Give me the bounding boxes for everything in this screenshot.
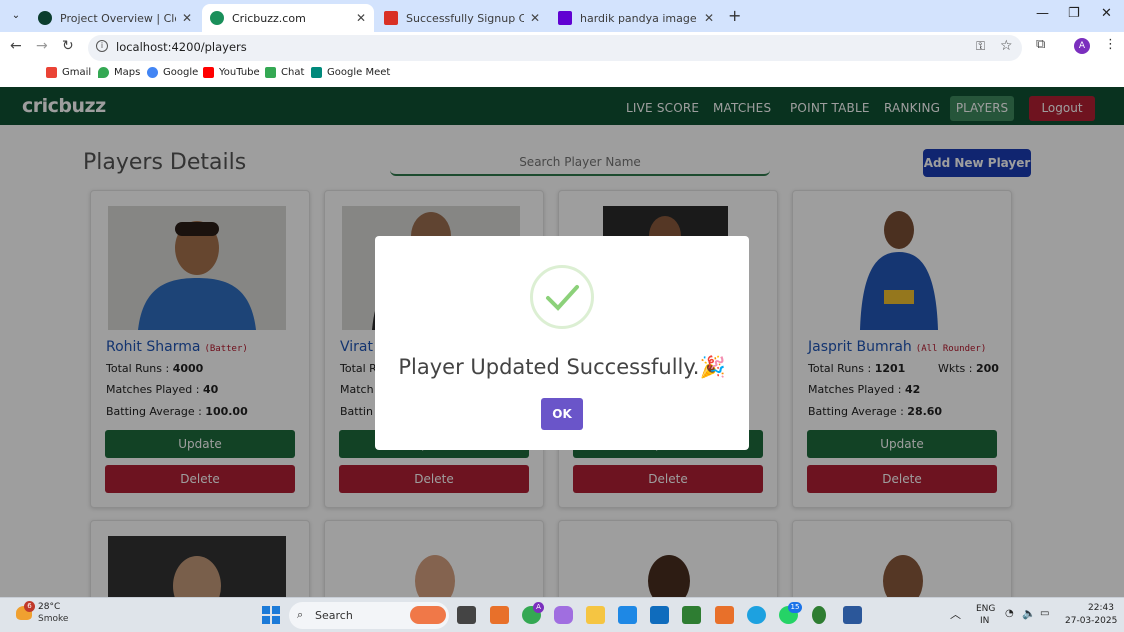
tab-yahoo-image[interactable]: hardik pandya image - Yahoo I ✕ [550,4,722,32]
lang-eng[interactable]: ENG [976,604,995,614]
chrome-profile-badge: A [533,602,544,613]
chevron-up-icon[interactable]: ︿ [950,606,961,622]
battery-icon[interactable]: ▭ [1040,608,1049,619]
bookmark-label: Google [163,67,199,78]
weather-temp[interactable]: 28°C [38,602,60,612]
dialog-message: Player Updated Successfully.🎉 [398,355,726,379]
xampp-icon[interactable] [715,606,734,624]
tab-search-icon[interactable]: ⌄ [6,6,26,26]
bookmark-label: Maps [114,67,141,78]
whatsapp-badge: 15 [788,602,802,613]
search-label: Search [315,609,353,622]
bookmarks-bar: Gmail Maps Google YouTube Chat Google Me… [0,62,1124,86]
reload-icon[interactable]: ↻ [62,38,74,54]
windows-taskbar: 6 28°C Smoke ⌕ Search A 15 ︿ ENG IN ◔ 🔈 … [0,597,1124,632]
clock-date[interactable]: 27-03-2025 [1065,616,1117,626]
minimize-icon[interactable]: — [1036,6,1049,21]
vscode-icon[interactable] [618,606,637,624]
tab-cricbuzz[interactable]: Cricbuzz.com ✕ [202,4,374,32]
forward-icon[interactable]: → [36,38,48,54]
close-window-icon[interactable]: ✕ [1101,6,1112,21]
chat-icon [265,67,276,78]
close-icon[interactable]: ✕ [356,11,366,25]
extensions-icon[interactable]: ⧉ [1036,37,1045,52]
back-icon[interactable]: ← [10,38,22,54]
browser-tab-bar: ⌄ Project Overview | Cloud: Mong ✕ Cricb… [0,0,1124,32]
bookmark-chat[interactable]: Chat [265,67,304,78]
edge-icon[interactable] [747,606,766,624]
mongodb-compass-icon[interactable] [812,606,826,624]
close-icon[interactable]: ✕ [704,11,714,25]
xampp-icon[interactable] [490,606,509,624]
gmail-icon [46,67,57,78]
close-icon[interactable]: ✕ [530,11,540,25]
ok-button[interactable]: OK [541,398,583,430]
file-explorer-icon[interactable] [586,606,605,624]
clock-time[interactable]: 22:43 [1088,603,1114,613]
tab-title: Project Overview | Cloud: Mong [60,11,176,25]
volume-icon[interactable]: 🔈 [1022,607,1036,620]
bookmark-label: Google Meet [327,67,391,78]
weather-desc[interactable]: Smoke [38,614,68,624]
password-key-icon[interactable]: ⚿ [976,39,985,54]
yahoo-icon [558,11,572,25]
cricbuzz-icon [210,11,224,25]
maps-icon [98,67,109,78]
browser-toolbar: ← → ↻ i localhost:4200/players ⚿ ☆ [0,32,1124,62]
success-dialog: Player Updated Successfully.🎉 OK [375,236,749,450]
bookmark-gmail[interactable]: Gmail [46,67,91,78]
close-icon[interactable]: ✕ [182,11,192,25]
new-tab-icon[interactable]: + [728,6,741,25]
search-highlight-icon[interactable] [410,606,446,624]
search-icon: ⌕ [297,608,304,621]
success-check-icon [530,265,594,329]
word-icon[interactable] [843,606,862,624]
copilot-icon[interactable] [554,606,573,624]
bookmark-star-icon[interactable]: ☆ [1000,38,1013,54]
bookmark-label: YouTube [219,67,260,78]
youtube-icon [203,67,214,78]
bookmark-maps[interactable]: Maps [98,67,140,78]
meet-icon [311,67,322,78]
tab-signup-confirmation[interactable]: Successfully Signup Confirmati ✕ [376,4,548,32]
address-bar[interactable]: i localhost:4200/players ⚿ ☆ [88,35,1022,61]
windows-start-icon[interactable] [262,606,280,624]
site-info-icon[interactable]: i [96,40,108,52]
bookmark-meet[interactable]: Google Meet [311,67,390,78]
menu-kebab-icon[interactable]: ⋮ [1104,37,1117,52]
mongodb-icon [38,11,52,25]
outlook-icon[interactable] [650,606,669,624]
bookmark-google[interactable]: Google [147,67,198,78]
gmail-icon [384,11,398,25]
profile-avatar[interactable]: A [1074,38,1090,54]
wifi-icon[interactable]: ◔ [1005,608,1014,619]
store-icon[interactable] [682,606,701,624]
weather-badge: 6 [24,601,35,612]
tab-title: Successfully Signup Confirmati [406,11,524,25]
tab-title: Cricbuzz.com [232,11,306,25]
restore-icon[interactable]: ❐ [1068,6,1080,21]
google-icon [147,67,158,78]
task-view-icon[interactable] [457,606,476,624]
lang-in[interactable]: IN [980,616,989,626]
tab-title: hardik pandya image - Yahoo I [580,11,698,25]
bookmark-label: Gmail [62,67,92,78]
bookmark-youtube[interactable]: YouTube [203,67,260,78]
bookmark-label: Chat [281,67,305,78]
url-text[interactable]: localhost:4200/players [116,40,247,54]
tab-project-overview[interactable]: Project Overview | Cloud: Mong ✕ [30,4,200,32]
